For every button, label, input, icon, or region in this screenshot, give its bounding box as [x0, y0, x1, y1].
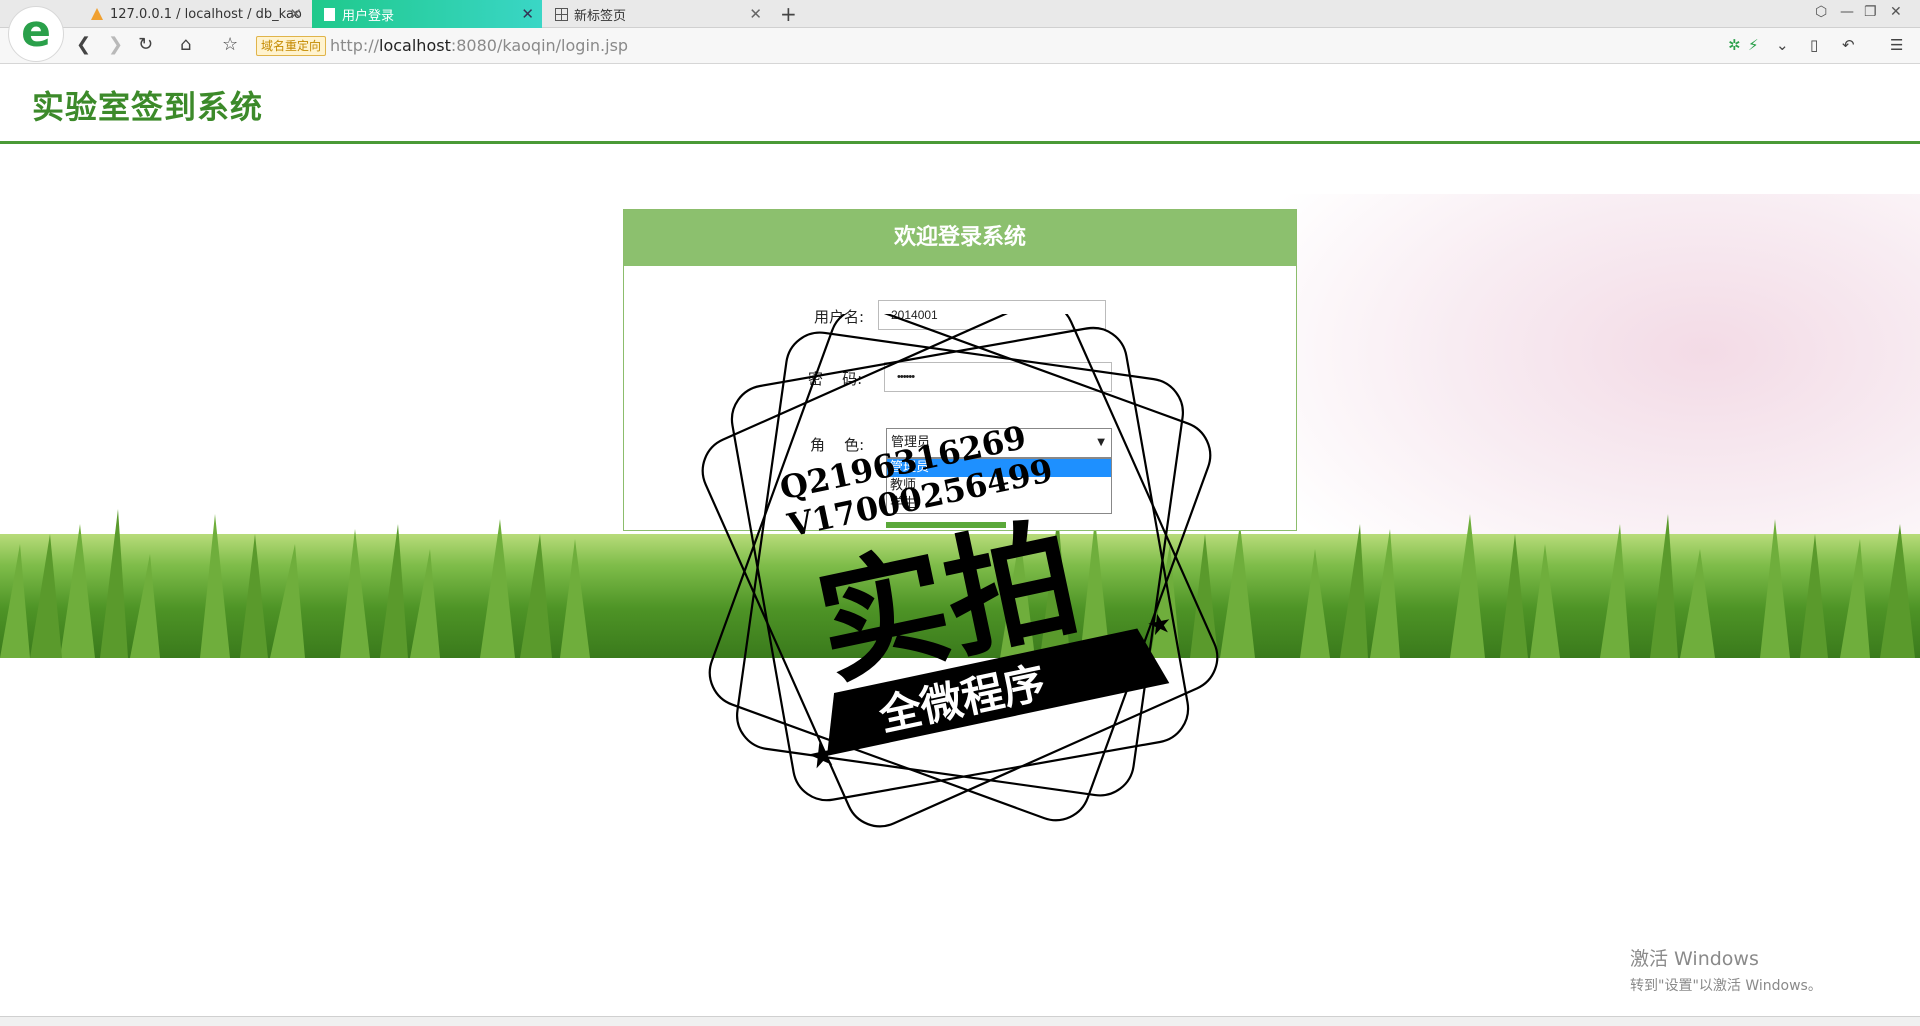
username-label: 用户名:: [814, 308, 865, 326]
web-page: 实验室签到系统 欢迎登录系统 用户名: 2014001 密 码: •••••• …: [0, 64, 1920, 1016]
activation-subtitle: 转到"设置"以激活 Windows。: [1630, 978, 1822, 994]
password-input[interactable]: ••••••: [884, 362, 1112, 392]
star-icon[interactable]: ☆: [222, 34, 238, 55]
forward-icon[interactable]: ❯: [108, 34, 123, 55]
role-option[interactable]: 教师: [887, 477, 1111, 495]
browser-status-bar: [0, 1016, 1920, 1026]
role-label: 角 色:: [810, 436, 865, 454]
role-option[interactable]: 管理员: [887, 459, 1111, 477]
password-row: 密 码: ••••••: [624, 362, 1296, 392]
address-bar: ❮ ❯ ↻ ⌂ ☆ 域名重定向 http://localhost:8080/ka…: [0, 28, 1920, 64]
tab-title: 用户登录: [342, 8, 395, 24]
role-dropdown-list: 管理员 教师 学生: [886, 458, 1112, 514]
role-row: 角 色: 管理员 ▼: [624, 428, 1296, 458]
tab-title: 新标签页: [574, 8, 627, 24]
dropdown-arrow-icon: ▼: [1097, 437, 1105, 448]
redirect-badge: 域名重定向: [256, 36, 327, 56]
role-select[interactable]: 管理员 ▼: [886, 428, 1112, 458]
page-icon: [322, 7, 336, 21]
role-selected-value: 管理员: [891, 435, 931, 450]
home-icon[interactable]: ⌂: [180, 34, 191, 55]
browser-e-icon: e: [21, 6, 51, 57]
pma-icon: [90, 7, 104, 21]
chevron-down-icon[interactable]: ⌄: [1776, 36, 1789, 54]
tab-title: 127.0.0.1 / localhost / db_kao: [110, 6, 302, 22]
login-button-edge[interactable]: [886, 522, 1006, 528]
skin-icon[interactable]: ⬡: [1815, 4, 1827, 20]
activation-title: 激活 Windows: [1630, 948, 1759, 970]
minimize-icon[interactable]: —: [1840, 4, 1854, 20]
tab-phpmyadmin[interactable]: 127.0.0.1 / localhost / db_kao ✕: [80, 0, 310, 28]
close-window-icon[interactable]: ✕: [1890, 4, 1902, 20]
site-header: 实验室签到系统: [0, 64, 1920, 144]
undo-icon[interactable]: ↶: [1842, 36, 1855, 54]
url-input[interactable]: http://localhost:8080/kaoqin/login.jsp: [330, 36, 628, 55]
reload-icon[interactable]: ↻: [138, 34, 153, 55]
username-row: 用户名: 2014001: [624, 300, 1296, 330]
username-input[interactable]: 2014001: [878, 300, 1106, 330]
browser-tab-bar: 127.0.0.1 / localhost / db_kao ✕ 用户登录 ✕ …: [0, 0, 1920, 28]
back-icon[interactable]: ❮: [76, 34, 91, 55]
password-label: 密 码:: [808, 370, 863, 388]
bookmark-icon[interactable]: ▯: [1810, 36, 1818, 54]
url-prefix: http://: [330, 36, 380, 55]
login-panel: 欢迎登录系统 用户名: 2014001 密 码: •••••• 角 色: 管理员…: [623, 209, 1297, 531]
close-icon[interactable]: ✕: [289, 5, 302, 23]
site-title: 实验室签到系统: [32, 88, 264, 126]
speed-icon[interactable]: ✲: [1728, 36, 1741, 54]
lightning-icon[interactable]: ⚡: [1748, 36, 1759, 54]
browser-logo[interactable]: e: [8, 6, 64, 62]
tab-login[interactable]: 用户登录 ✕: [312, 0, 542, 28]
login-heading: 欢迎登录系统: [624, 210, 1296, 266]
grid-icon: [554, 7, 568, 21]
star-icon: ★: [803, 733, 841, 778]
new-tab-plus-icon[interactable]: +: [780, 2, 797, 26]
windows-activation-notice: 激活 Windows 转到"设置"以激活 Windows。: [1630, 944, 1822, 995]
tab-new-tab-page[interactable]: 新标签页 ✕: [544, 0, 770, 28]
url-path: :8080/kaoqin/login.jsp: [450, 36, 629, 55]
watermark-banner-text: 全微程序: [874, 658, 1050, 741]
close-icon[interactable]: ✕: [749, 5, 762, 23]
restore-icon[interactable]: ❐: [1864, 4, 1877, 20]
url-host: localhost: [379, 36, 451, 55]
close-icon[interactable]: ✕: [521, 5, 534, 23]
role-option[interactable]: 学生: [887, 495, 1111, 513]
menu-icon[interactable]: ☰: [1890, 36, 1903, 54]
